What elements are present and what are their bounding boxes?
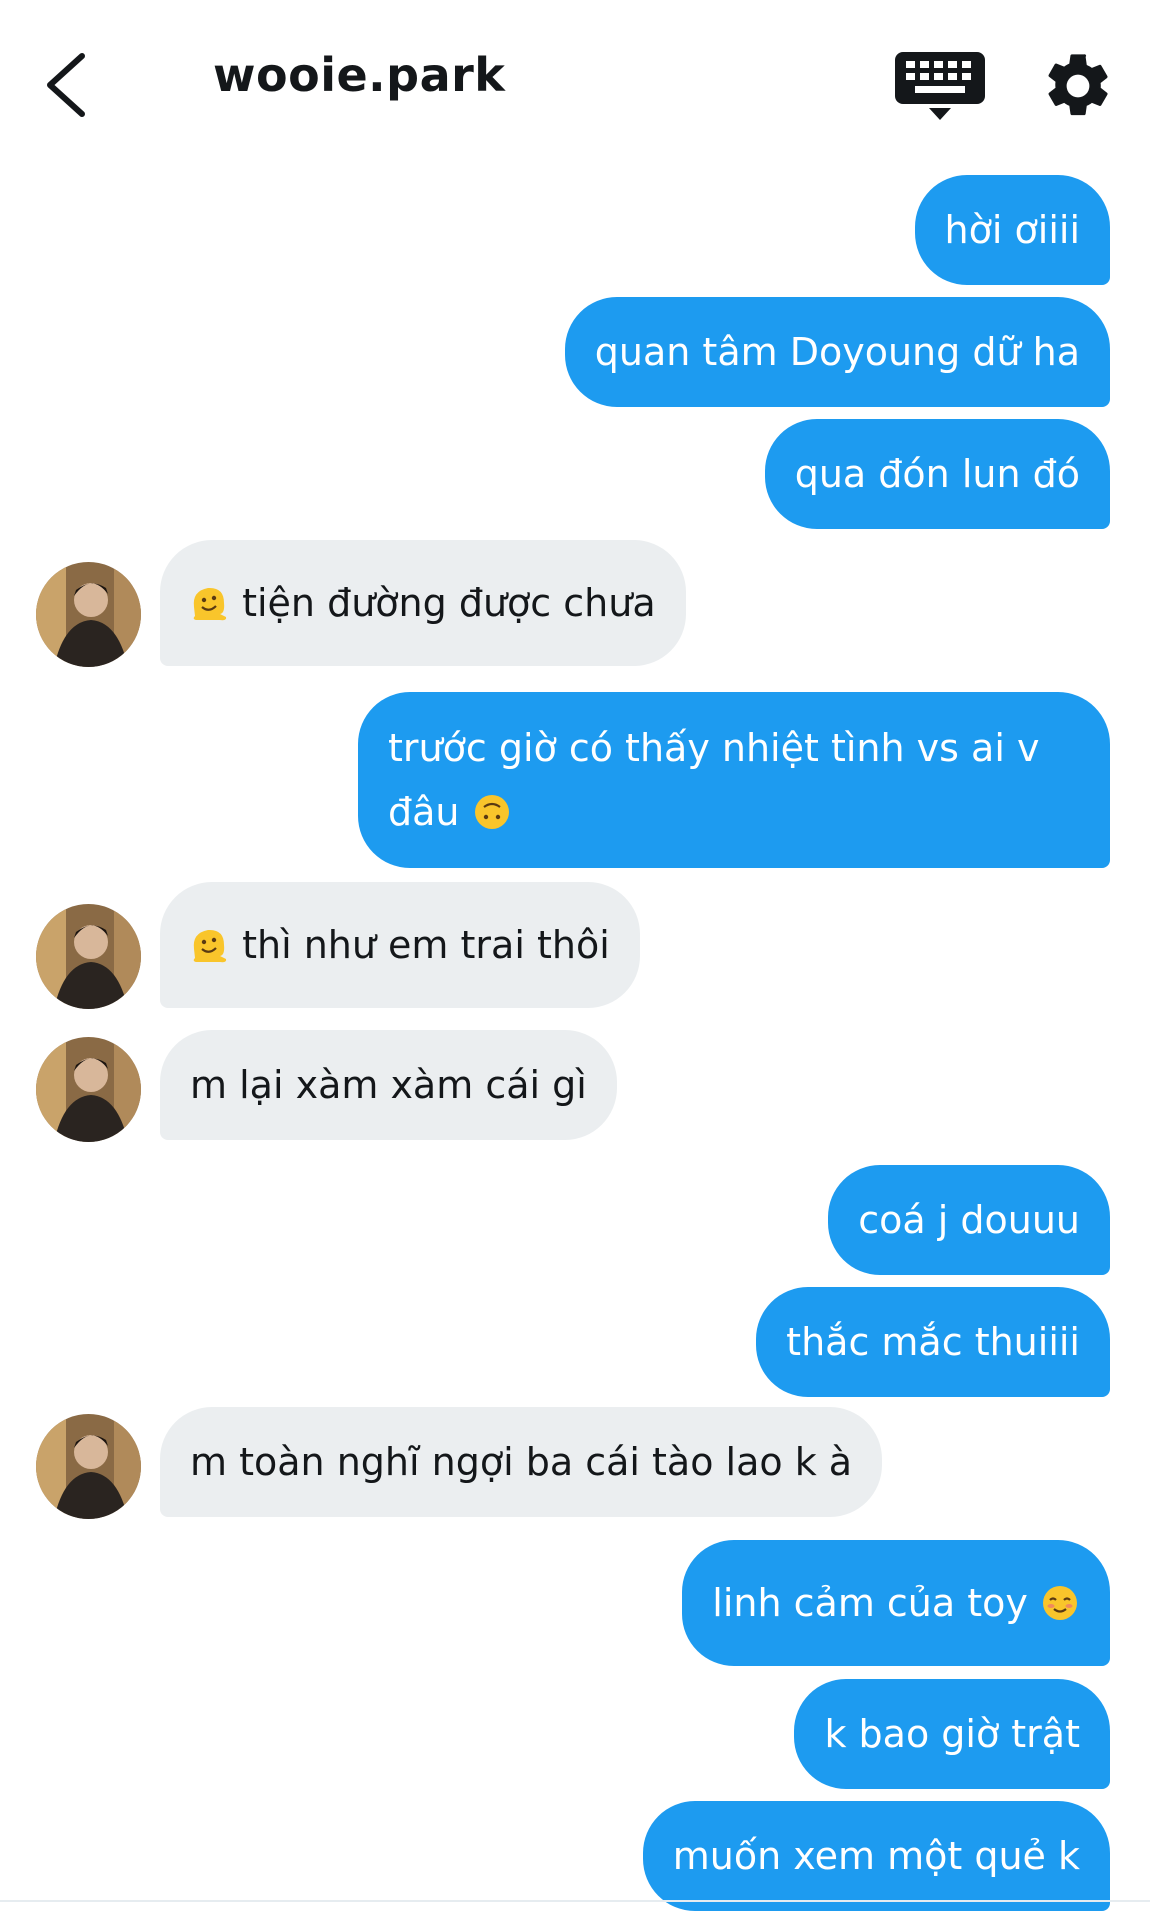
- message-bubble-outgoing[interactable]: quan tâm Doyoung dữ ha: [564, 297, 1110, 407]
- message-text: quan tâm Doyoung dữ ha: [594, 330, 1080, 374]
- divider: [0, 1900, 1150, 1902]
- message-bubble-outgoing[interactable]: k bao giờ trật: [794, 1679, 1110, 1789]
- message-text: thắc mắc thuiiii: [786, 1320, 1080, 1364]
- avatar[interactable]: [36, 1037, 141, 1142]
- gear-icon: [1048, 54, 1108, 116]
- message-text: k bao giờ trật: [824, 1712, 1080, 1756]
- message-text-line-2: đâu: [388, 780, 1080, 844]
- back-button[interactable]: [30, 40, 110, 130]
- avatar-image: [36, 904, 141, 1009]
- message-text: thì như em trai thôi: [242, 923, 610, 967]
- message-bubble-outgoing[interactable]: trước giờ có thấy nhiệt tình vs ai v đâu: [358, 692, 1110, 868]
- chevron-left-icon: [47, 53, 85, 117]
- message-bubble-incoming[interactable]: m lại xàm xàm cái gì: [160, 1030, 617, 1140]
- avatar[interactable]: [36, 562, 141, 667]
- message-text: coá j douuu: [858, 1198, 1080, 1242]
- message-text: muốn xem một quẻ k: [672, 1834, 1080, 1878]
- message-text: m toàn nghĩ ngợi ba cái tào lao k à: [190, 1440, 853, 1484]
- message-bubble-outgoing[interactable]: muốn xem một quẻ k: [642, 1801, 1110, 1911]
- message-bubble-outgoing[interactable]: linh cảm của toy: [682, 1540, 1110, 1666]
- message-bubble-outgoing[interactable]: coá j douuu: [828, 1165, 1110, 1275]
- message-bubble-incoming[interactable]: tiện đường được chưa: [160, 540, 686, 666]
- conversation-title[interactable]: wooie.park: [213, 48, 505, 102]
- smiling-face-emoji: [1043, 1585, 1077, 1620]
- message-bubble-outgoing[interactable]: qua đón lun đó: [764, 419, 1110, 529]
- settings-button[interactable]: [1040, 48, 1116, 124]
- upside-down-face-emoji: [474, 794, 509, 829]
- message-text: m lại xàm xàm cái gì: [190, 1063, 587, 1107]
- avatar-image: [36, 562, 141, 667]
- keyboard-button[interactable]: [895, 50, 985, 122]
- message-bubble-outgoing[interactable]: hời ơiiii: [914, 175, 1110, 285]
- avatar[interactable]: [36, 904, 141, 1009]
- message-bubble-outgoing[interactable]: thắc mắc thuiiii: [756, 1287, 1110, 1397]
- message-text: hời ơiiii: [944, 208, 1080, 252]
- avatar-image: [36, 1414, 141, 1519]
- message-text-line-1: trước giờ có thấy nhiệt tình vs ai v: [388, 726, 1040, 770]
- melting-face-emoji: [193, 587, 227, 620]
- avatar-image: [36, 1037, 141, 1142]
- keyboard-icon: [895, 52, 985, 120]
- avatar[interactable]: [36, 1414, 141, 1519]
- message-text: qua đón lun đó: [794, 452, 1080, 496]
- message-bubble-incoming[interactable]: thì như em trai thôi: [160, 882, 640, 1008]
- message-text: linh cảm của toy: [712, 1581, 1028, 1625]
- message-bubble-incoming[interactable]: m toàn nghĩ ngợi ba cái tào lao k à: [160, 1407, 883, 1517]
- melting-face-emoji: [193, 929, 227, 962]
- conversation-header: wooie.park: [0, 0, 1150, 150]
- message-text: tiện đường được chưa: [242, 581, 656, 625]
